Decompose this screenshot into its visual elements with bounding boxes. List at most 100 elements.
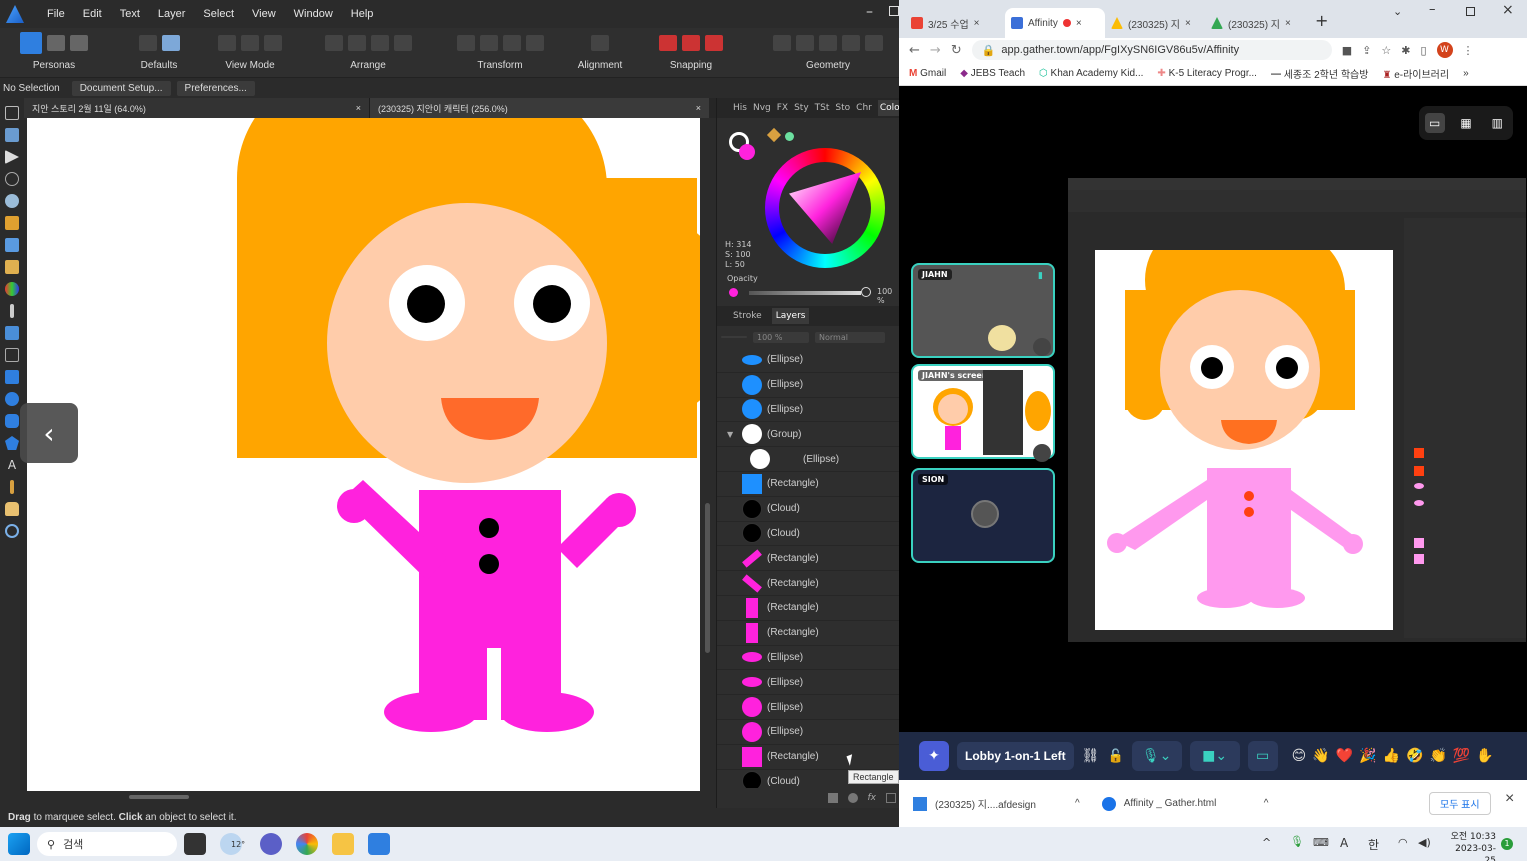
layer-row[interactable]: ▼ (Group) (717, 422, 900, 448)
lock-icon[interactable]: 🔓 (1107, 749, 1123, 764)
vertical-scrollbar[interactable] (702, 118, 714, 791)
tab-fx[interactable]: FX (777, 103, 788, 113)
clock[interactable]: 오전 10:33 2023-03-25 (1444, 831, 1496, 861)
layer-row[interactable]: (Rectangle) (717, 571, 900, 596)
close-icon[interactable]: × (1285, 18, 1291, 29)
chevron-up-icon[interactable]: ^ (1075, 798, 1080, 809)
screen-share-button[interactable]: ▭ (1247, 741, 1278, 771)
minimize-icon[interactable]: – (1429, 2, 1436, 17)
bookmark-gmail[interactable]: M Gmail (909, 68, 946, 79)
bookmarks-more[interactable]: » (1463, 68, 1469, 79)
defaults-icon[interactable] (138, 35, 157, 51)
start-button-icon[interactable] (8, 833, 30, 855)
layer-row[interactable]: (Ellipse) (717, 447, 900, 472)
layer-row[interactable]: (Rectangle) (717, 546, 900, 572)
arrange-front-icon[interactable] (393, 35, 412, 51)
layer-row[interactable]: (Ellipse) (717, 670, 900, 696)
bookmark-elibrary[interactable]: ♜ e-라이브러리 (1382, 66, 1449, 81)
taskbar-search[interactable]: ⚲ 검색 (37, 832, 177, 856)
geom-subtract-icon[interactable] (796, 35, 814, 51)
color-picker-tool-icon[interactable] (10, 480, 14, 494)
opacity-value[interactable]: 100 % (877, 287, 899, 305)
laugh-emoji-icon[interactable]: 🤣 (1406, 748, 1423, 764)
forward-icon[interactable]: → (930, 43, 941, 58)
bookmark-khan[interactable]: ⬡ Khan Academy Kid... (1039, 68, 1143, 79)
share-icon[interactable]: ⇪ (1362, 44, 1371, 57)
profile-avatar[interactable]: W (1436, 42, 1453, 58)
eyedropper-icon[interactable] (766, 127, 782, 143)
brush-tool-icon[interactable] (5, 260, 19, 274)
browser-tab-drive-1[interactable]: (230325) 지 × (1105, 8, 1205, 38)
face[interactable] (327, 203, 607, 483)
screen-view-icon[interactable]: ▭ (1424, 113, 1445, 133)
personas-group[interactable]: Personas (10, 32, 98, 76)
close-icon[interactable]: × (356, 103, 361, 113)
close-icon[interactable]: × (974, 18, 980, 29)
participant-tile-sion[interactable]: SION (911, 468, 1055, 563)
tab-history[interactable]: His (733, 103, 747, 113)
bookmark-jebs[interactable]: ◆ JEBS Teach (960, 68, 1025, 79)
opacity-slider[interactable] (749, 291, 861, 295)
party-emoji-icon[interactable]: 🎉 (1359, 748, 1376, 764)
download-item-gather[interactable]: Affinity _ Gather.html (1124, 798, 1264, 809)
menu-window[interactable]: Window (285, 8, 342, 20)
layer-row[interactable]: (Ellipse) (717, 398, 900, 423)
defaults-group[interactable]: Defaults (132, 32, 186, 76)
close-icon[interactable]: × (696, 103, 701, 113)
scroll-thumb[interactable] (705, 503, 710, 653)
geom-intersect-icon[interactable] (819, 35, 837, 51)
back-arrow-button[interactable]: ‹ (20, 403, 78, 463)
keyboard-tray-icon[interactable]: ⌨ (1313, 836, 1329, 849)
geom-add-icon[interactable] (773, 35, 791, 51)
layer-row[interactable]: (Rectangle) (717, 745, 900, 770)
layer-row[interactable]: (Rectangle) (717, 596, 900, 621)
export-persona-icon[interactable] (70, 35, 88, 51)
expand-caret-icon[interactable]: ▼ (727, 430, 733, 439)
snapping-grid-icon[interactable] (659, 35, 677, 51)
input-lang[interactable]: A (1340, 836, 1348, 850)
hand-tool-icon[interactable] (5, 502, 19, 516)
link-icon[interactable]: ⛓ (1082, 748, 1100, 764)
wave-emoji-icon[interactable]: 👋 (1312, 748, 1329, 764)
layer-row[interactable]: (Ellipse) (717, 695, 900, 720)
alignment-icon[interactable] (591, 35, 609, 51)
gather-logo-icon[interactable]: ✦ (919, 741, 949, 771)
arrange-backward-icon[interactable] (347, 35, 366, 51)
layer-row[interactable]: (Rectangle) (717, 621, 900, 646)
tray-chevron-icon[interactable]: ^ (1262, 836, 1271, 849)
browser-tab-drive-2[interactable]: (230325) 지 × (1205, 8, 1305, 38)
tab-search-icon[interactable]: ⌄ (1393, 5, 1402, 18)
pixel-persona-icon[interactable] (47, 35, 65, 51)
rotate-left-icon[interactable] (456, 35, 475, 51)
bookmark-sejong[interactable]: ━ 세종조 2학년 학습방 (1271, 66, 1369, 81)
layer-row[interactable]: (Ellipse) (717, 720, 900, 745)
rotate-right-icon[interactable] (479, 35, 498, 51)
hundred-emoji-icon[interactable]: 💯 (1453, 748, 1470, 764)
raise-hand-emoji-icon[interactable]: ✋ (1476, 748, 1493, 764)
clap-emoji-icon[interactable]: 👏 (1429, 748, 1446, 764)
add-pixel-layer-icon[interactable] (827, 793, 838, 803)
corner-tool-icon[interactable] (5, 172, 19, 186)
flip-h-icon[interactable] (502, 35, 521, 51)
horizontal-scrollbar[interactable] (27, 792, 700, 802)
shapes-tool-icon[interactable] (5, 436, 19, 450)
layer-row[interactable]: (Ellipse) (717, 348, 900, 373)
download-item-afdesign[interactable]: (230325) 지....afdesign (935, 796, 1075, 811)
view-mode-2-icon[interactable] (241, 35, 259, 51)
heart-emoji-icon[interactable]: ❤️ (1336, 748, 1353, 764)
view-mode-group[interactable]: View Mode (208, 32, 292, 76)
arrange-group[interactable]: Arrange (312, 32, 424, 76)
geom-divide-icon[interactable] (865, 35, 883, 51)
fx-icon[interactable]: fx (868, 793, 877, 803)
crop-tool-icon[interactable] (5, 348, 19, 362)
task-view-icon[interactable] (184, 833, 206, 855)
geom-xor-icon[interactable] (842, 35, 860, 51)
chevron-up-icon[interactable]: ^ (1264, 798, 1269, 809)
close-window-icon[interactable]: × (1502, 2, 1514, 18)
snapping-group[interactable]: Snapping (644, 32, 738, 76)
snapping-toggle-icon[interactable] (682, 35, 700, 51)
shared-screen[interactable] (1068, 178, 1526, 642)
notification-badge[interactable]: 1 (1501, 838, 1513, 850)
right-pupil[interactable] (533, 285, 571, 323)
menu-view[interactable]: View (243, 8, 285, 20)
